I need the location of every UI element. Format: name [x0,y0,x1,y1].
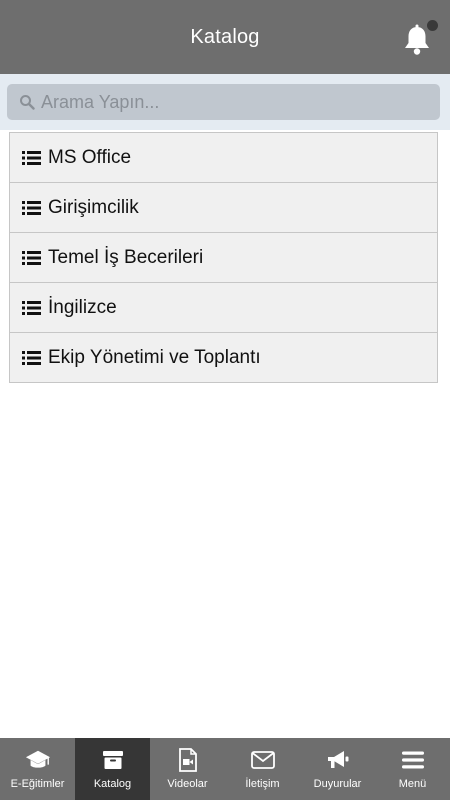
bottom-tab-bar: E-Eğitimler Katalog Videolar İletişim Du… [0,738,450,800]
graduation-cap-icon [25,748,51,772]
list-icon [22,150,42,166]
tab-label: Duyurular [313,778,362,790]
search-box[interactable] [7,84,440,120]
envelope-icon [250,748,276,772]
tab-iletisim[interactable]: İletişim [225,738,300,800]
app-screen: Katalog MS Office [0,0,450,800]
list-item[interactable]: Ekip Yönetimi ve Toplantı [9,332,438,383]
tab-duyurular[interactable]: Duyurular [300,738,375,800]
list-icon [22,300,42,316]
video-file-icon [175,748,201,772]
list-item-label: İngilizce [48,296,117,318]
tab-videolar[interactable]: Videolar [150,738,225,800]
tab-label: E-Eğitimler [10,778,65,790]
list-icon [22,200,42,216]
page-title: Katalog [190,25,260,48]
megaphone-icon [325,748,351,772]
tab-label: İletişim [245,778,280,790]
tab-menu[interactable]: Menü [375,738,450,800]
list-icon [22,350,42,366]
hamburger-icon [400,748,426,772]
search-icon [13,84,41,120]
search-bar [0,74,450,130]
list-item-label: MS Office [48,146,132,168]
tab-e-egitimler[interactable]: E-Eğitimler [0,738,75,800]
list-item-label: Temel İş Becerileri [48,246,204,268]
list-item[interactable]: İngilizce [9,282,438,333]
tab-label: Menü [398,778,427,790]
search-input[interactable] [41,84,440,120]
list-item[interactable]: MS Office [9,132,438,183]
tab-label: Katalog [93,778,132,790]
list-icon [22,250,42,266]
archive-box-icon [100,748,126,772]
catalog-list: MS Office Girişimcilik Temel İş Becerile… [9,132,438,383]
list-item[interactable]: Girişimcilik [9,182,438,233]
tab-katalog[interactable]: Katalog [75,738,150,800]
list-item-label: Ekip Yönetimi ve Toplantı [48,346,261,368]
notification-button[interactable] [400,20,438,58]
list-item-label: Girişimcilik [48,196,139,218]
notification-dot [427,20,438,31]
header-bar: Katalog [0,0,450,74]
tab-label: Videolar [167,778,208,790]
list-item[interactable]: Temel İş Becerileri [9,232,438,283]
